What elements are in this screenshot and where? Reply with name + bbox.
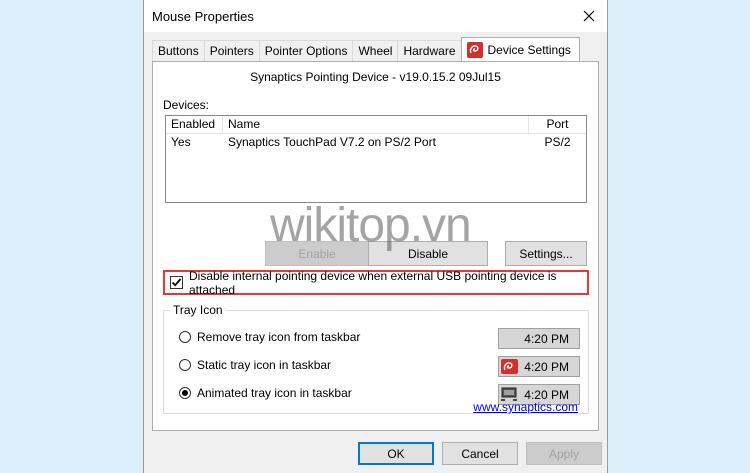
disable-internal-checkbox[interactable] [170,276,183,289]
tray-preview-time: 4:20 PM [524,331,569,346]
synaptics-icon [466,41,483,58]
column-header-name[interactable]: Name [223,116,529,134]
close-icon [583,10,595,22]
apply-button-label: Apply [548,446,580,461]
close-button[interactable] [577,4,601,28]
synaptics-website-link[interactable]: www.synaptics.com [473,400,578,414]
device-port-cell: PS/2 [544,135,571,149]
tab-buttons[interactable]: Buttons [152,40,205,61]
static-tray-icon-label: Static tray icon in taskbar [197,358,332,372]
checkmark-icon [171,278,182,287]
cancel-button-label: Cancel [461,446,499,461]
list-item[interactable]: Yes Synaptics TouchPad V7.2 on PS/2 Port… [166,134,586,152]
tab-label: Buttons [158,44,199,58]
tab-wheel[interactable]: Wheel [352,40,399,61]
device-settings-panel: Synaptics Pointing Device - v19.0.15.2 0… [152,61,599,431]
remove-tray-icon-radio[interactable] [179,331,191,343]
tray-preview-time: 4:20 PM [524,359,569,374]
disable-internal-device-option: Disable internal pointing device when ex… [163,269,589,297]
tab-hardware[interactable]: Hardware [397,40,462,61]
device-enabled-cell: Yes [171,135,191,149]
remove-tray-icon-option[interactable]: Remove tray icon from taskbar [179,330,360,344]
dialog-client-area: Buttons Pointers Pointer Options Wheel H… [144,32,607,473]
synaptics-icon [501,359,518,374]
radio-selected-dot [182,390,188,396]
devices-list-header: Enabled Name Port [166,116,586,134]
tray-preview-static: 4:20 PM [498,356,580,377]
devices-list[interactable]: Enabled Name Port Yes Synaptics TouchPad… [165,115,587,203]
title-bar: Mouse Properties [144,0,607,32]
tab-pointer-options[interactable]: Pointer Options [258,40,354,61]
ok-button[interactable]: OK [358,442,434,465]
column-header-enabled[interactable]: Enabled [166,116,223,134]
ok-button-label: OK [387,446,405,461]
tab-label: Hardware [403,44,456,58]
disable-internal-checkbox-label[interactable]: Disable internal pointing device when ex… [189,269,587,297]
static-tray-icon-radio[interactable] [179,359,191,371]
static-tray-icon-option[interactable]: Static tray icon in taskbar [179,358,331,372]
remove-tray-icon-label: Remove tray icon from taskbar [197,330,361,344]
animated-tray-icon-label: Animated tray icon in taskbar [197,386,352,400]
mouse-properties-window: Mouse Properties Buttons Pointers Pointe… [143,0,608,473]
column-header-port[interactable]: Port [529,116,586,134]
device-version-text: Synaptics Pointing Device - v19.0.15.2 0… [250,70,501,84]
tab-label: Wheel [358,44,393,58]
enable-button-label: Enable [298,246,336,261]
tab-label: Pointer Options [264,44,348,58]
settings-button[interactable]: Settings... [505,241,587,266]
animated-tray-icon-radio[interactable] [179,387,191,399]
tray-preview-none: 4:20 PM [498,328,580,349]
tab-label: Device Settings [487,42,571,57]
tab-pointers[interactable]: Pointers [203,40,260,61]
window-title: Mouse Properties [152,9,254,24]
enable-button[interactable]: Enable [265,241,369,266]
devices-label: Devices: [163,98,210,112]
tray-icon-group: Tray Icon Remove tray icon from taskbar … [163,303,589,414]
disable-button[interactable]: Disable [368,241,488,266]
tray-icon-legend: Tray Icon [170,303,226,317]
device-name-cell: Synaptics TouchPad V7.2 on PS/2 Port [228,135,436,149]
settings-button-label: Settings... [519,246,573,261]
animated-tray-icon-option[interactable]: Animated tray icon in taskbar [179,386,352,400]
disable-button-label: Disable [407,246,449,261]
cancel-button[interactable]: Cancel [442,442,518,465]
tab-device-settings[interactable]: Device Settings [460,37,580,61]
tab-strip: Buttons Pointers Pointer Options Wheel H… [152,37,580,61]
tab-label: Pointers [209,44,254,58]
apply-button[interactable]: Apply [526,442,602,465]
